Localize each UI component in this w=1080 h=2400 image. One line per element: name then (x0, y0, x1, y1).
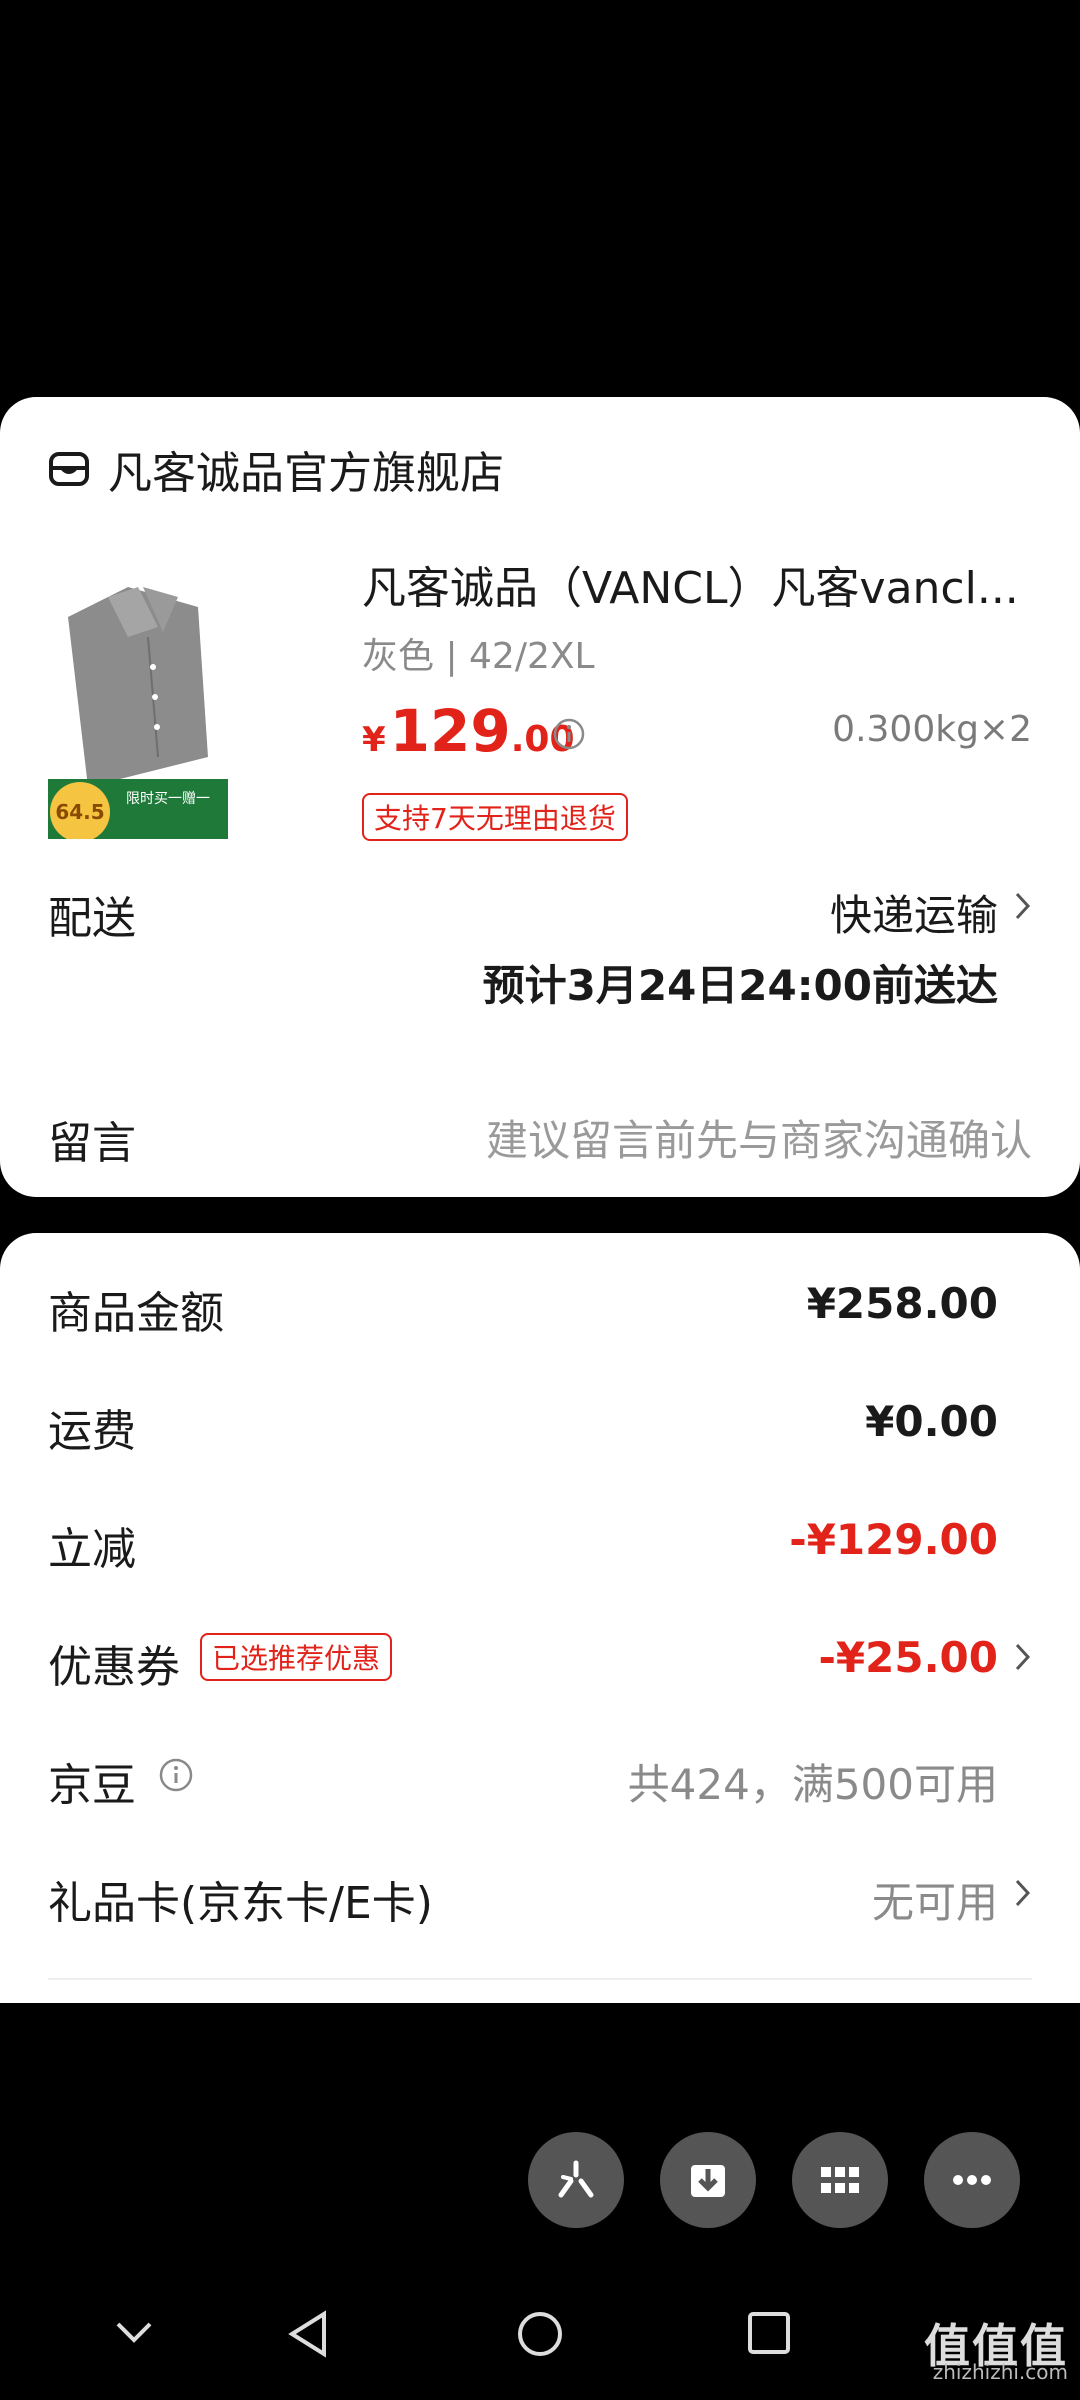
message-label: 留言 (48, 1118, 136, 1169)
delivery-eta: 预计3月24日24:00前送达 (482, 961, 998, 1010)
assistant-button[interactable] (528, 2132, 624, 2228)
price-summary-card: 商品金额 ¥258.00 运费 ¥0.00 立减 -¥129.00 优惠券 已选… (0, 1233, 1080, 2003)
price-info-icon[interactable] (552, 717, 586, 751)
chevron-right-icon[interactable] (1014, 1641, 1032, 1673)
shipping-label: 运费 (48, 1406, 136, 1457)
store-icon (49, 452, 89, 486)
home-icon[interactable] (516, 2310, 564, 2358)
product-title[interactable]: 凡客诚品（VANCL）凡客vancl... (362, 552, 1032, 616)
coupon-value[interactable]: -¥25.00 (818, 1633, 998, 1682)
chevron-down-icon[interactable] (112, 2310, 156, 2354)
chevron-right-icon[interactable] (1014, 1877, 1032, 1909)
watermark-url: zhizhizhi.com (932, 2360, 1068, 2384)
store-row[interactable]: 凡客诚品官方旗舰店 (48, 437, 504, 501)
message-input[interactable]: 建议留言前先与商家沟通确认 (486, 1107, 1032, 1168)
divider (48, 1978, 1032, 1980)
more-icon (953, 2175, 991, 2185)
recent-apps-icon[interactable] (746, 2310, 792, 2356)
store-name: 凡客诚品官方旗舰店 (108, 448, 504, 499)
jd-beans-value: 共424，满500可用 (627, 1760, 998, 1809)
coupon-label: 优惠券 (48, 1642, 180, 1693)
gift-card-label: 礼品卡(京东卡/E卡) (48, 1878, 433, 1929)
back-icon[interactable] (284, 2310, 332, 2358)
goods-amount-value: ¥258.00 (806, 1279, 998, 1328)
download-icon (691, 2165, 725, 2197)
order-card: 凡客诚品官方旗舰店 64.5 限时买一赠一 凡客诚品（VANCL）凡客vancl… (0, 397, 1080, 1197)
image-badge-price: 64.5 (55, 800, 104, 824)
sparkle-icon (558, 2160, 594, 2198)
product-spec[interactable]: 灰色 | 42/2XL (362, 627, 595, 679)
apps-button[interactable] (792, 2132, 888, 2228)
goods-amount-label: 商品金额 (48, 1288, 224, 1339)
price-integer: 129 (389, 697, 511, 765)
delivery-method[interactable]: 快递运输 (830, 882, 998, 943)
product-image[interactable]: 64.5 限时买一赠一 (48, 557, 228, 839)
save-screenshot-button[interactable] (660, 2132, 756, 2228)
coupon-badge: 已选推荐优惠 (200, 1633, 393, 1681)
discount-value: -¥129.00 (789, 1515, 998, 1564)
jd-beans-label: 京豆 (48, 1760, 136, 1811)
info-icon[interactable] (158, 1757, 194, 1793)
shipping-value: ¥0.00 (865, 1397, 998, 1446)
grid-icon (821, 2167, 859, 2193)
image-badge-text: 限时买一赠一 (126, 791, 210, 807)
product-weight: 0.300kg×2 (832, 709, 1032, 750)
return-policy-badge: 支持7天无理由退货 (362, 793, 628, 841)
price-symbol: ¥ (362, 720, 386, 760)
chevron-right-icon[interactable] (1014, 890, 1032, 922)
more-button[interactable] (924, 2132, 1020, 2228)
product-price: ¥ 129 .00 (362, 697, 575, 765)
delivery-label: 配送 (48, 893, 136, 944)
discount-label: 立减 (48, 1524, 136, 1575)
gift-card-value[interactable]: 无可用 (872, 1869, 998, 1930)
